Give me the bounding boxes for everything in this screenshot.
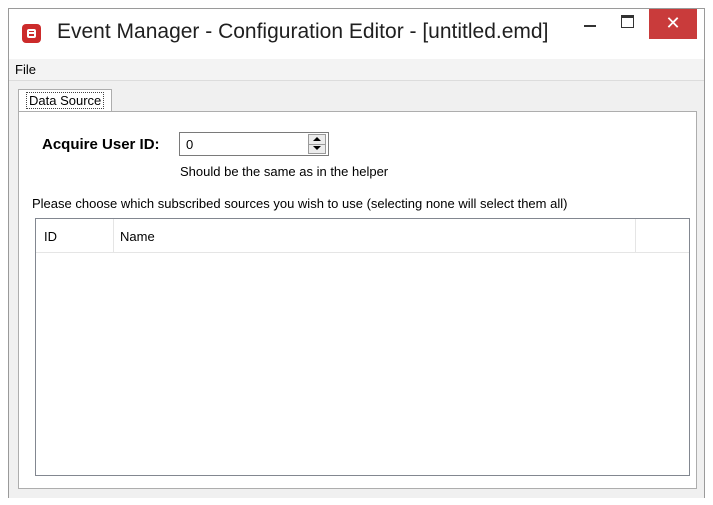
stepper-down-arrow-icon[interactable] [309, 144, 325, 153]
tab-data-source[interactable]: Data Source [18, 89, 113, 112]
column-header-name[interactable]: Name [120, 229, 155, 244]
close-button[interactable]: ✕ [649, 9, 697, 39]
minimize-button[interactable] [577, 9, 603, 39]
sources-instruction: Please choose which subscribed sources y… [32, 196, 568, 211]
title-bar[interactable]: Event Manager - Configuration Editor - [… [9, 9, 704, 59]
app-logo-icon[interactable] [22, 24, 41, 43]
acquire-user-id-hint: Should be the same as in the helper [180, 164, 389, 179]
acquire-user-id-label: Acquire User ID: [42, 136, 160, 153]
column-divider[interactable] [635, 219, 636, 253]
menu-file[interactable]: File [15, 62, 36, 77]
data-source-panel: Acquire User ID: Should be the same as i… [18, 111, 697, 489]
maximize-button[interactable] [614, 9, 640, 39]
stepper-buttons [308, 134, 326, 154]
menu-bar: File [9, 59, 704, 81]
window-title: Event Manager - Configuration Editor - [… [57, 20, 549, 43]
tab-data-source-label: Data Source [25, 92, 105, 109]
list-header: ID Name [36, 219, 689, 253]
close-icon: ✕ [665, 13, 681, 33]
acquire-user-id-input[interactable] [180, 133, 310, 155]
column-divider[interactable] [113, 219, 114, 253]
acquire-user-id-stepper[interactable] [179, 132, 329, 156]
sources-list[interactable]: ID Name [35, 218, 690, 476]
config-editor-window: Event Manager - Configuration Editor - [… [8, 8, 705, 498]
column-header-id[interactable]: ID [44, 229, 57, 244]
client-area: Data Source Acquire User ID: Should be t… [9, 81, 704, 498]
